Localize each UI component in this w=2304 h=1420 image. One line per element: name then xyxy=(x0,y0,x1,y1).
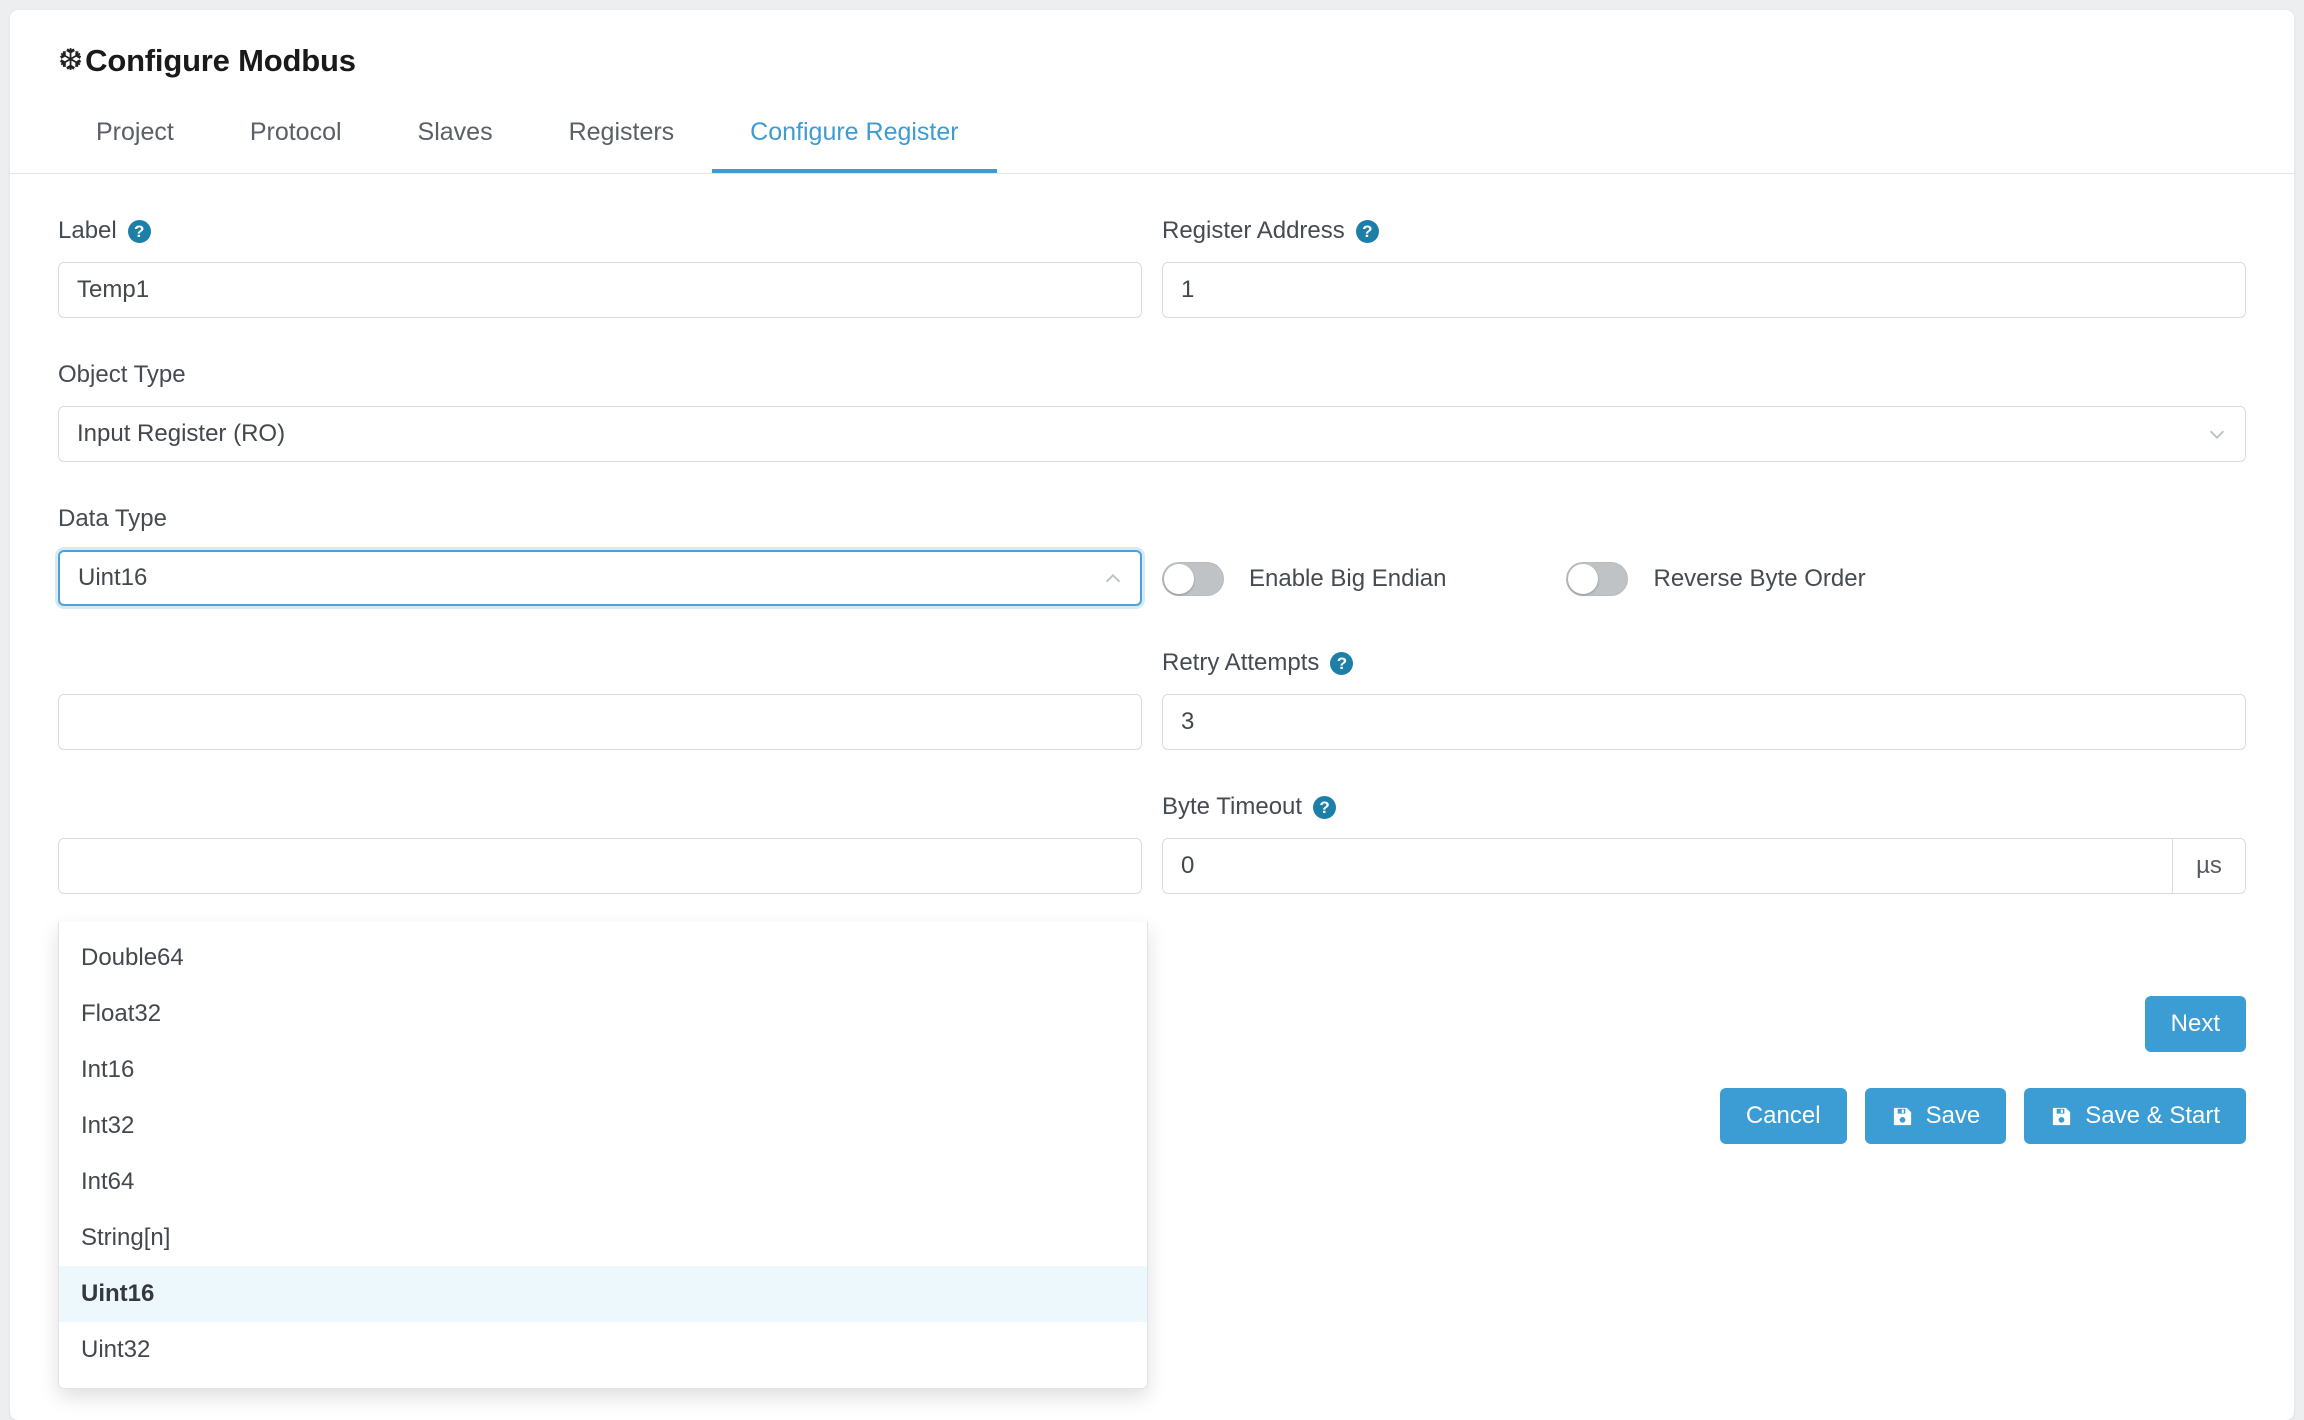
toggle-knob xyxy=(1568,564,1599,594)
snowflake-icon: ❆ xyxy=(58,44,84,77)
byte-timeout-input-group: µs xyxy=(1162,838,2246,894)
retry-attempts-label-text: Retry Attempts xyxy=(1162,649,1320,676)
retry-attempts-field-group: Retry Attempts ? xyxy=(1162,648,2246,750)
data-type-option-int32[interactable]: Int32 xyxy=(59,1098,1147,1154)
reverse-byte-order-toggle-group: Reverse Byte Order xyxy=(1566,562,1866,596)
label-field-label: Label ? xyxy=(58,216,1142,246)
obscured-label-2 xyxy=(58,792,1142,822)
enable-big-endian-label: Enable Big Endian xyxy=(1249,565,1447,592)
save-icon xyxy=(2053,1107,2071,1125)
data-type-option-double64[interactable]: Double64 xyxy=(59,930,1147,986)
toggles-group: Enable Big Endian Reverse Byte Order xyxy=(1162,504,2246,606)
toggle-knob xyxy=(1164,564,1194,594)
data-type-dropdown-menu[interactable]: Double64 Float32 Int16 Int32 Int64 Strin… xyxy=(58,922,1148,1389)
reverse-byte-order-label: Reverse Byte Order xyxy=(1653,565,1866,592)
label-field-group: Label ? xyxy=(58,216,1142,318)
data-type-select[interactable]: Uint16 xyxy=(58,550,1142,606)
form-row-retry: Retry Attempts ? xyxy=(58,648,2246,750)
retry-attempts-label: Retry Attempts ? xyxy=(1162,648,2246,678)
configure-modbus-window: ❆ Configure Modbus Project Protocol Slav… xyxy=(10,10,2294,1420)
form-row-byte-timeout: Byte Timeout ? µs xyxy=(58,792,2246,894)
big-endian-toggle-group: Enable Big Endian xyxy=(1162,562,1446,596)
form-row-datatype: Data Type Uint16 Enable Big Endian Rever… xyxy=(58,504,2246,606)
register-address-label: Register Address ? xyxy=(1162,216,2246,246)
object-type-label: Object Type xyxy=(58,361,186,388)
data-type-label: Data Type xyxy=(58,505,167,532)
obscured-left-field-group-1 xyxy=(58,648,1142,750)
data-type-option-string-n[interactable]: String[n] xyxy=(59,1210,1147,1266)
cancel-button-label: Cancel xyxy=(1745,1102,1821,1129)
save-icon xyxy=(1893,1107,1911,1125)
object-type-select-wrap: Input Register (RO) xyxy=(58,406,2246,462)
byte-timeout-input[interactable] xyxy=(1162,838,2172,894)
tab-bar: Project Protocol Slaves Registers Config… xyxy=(10,90,2294,174)
next-button[interactable]: Next xyxy=(2144,996,2246,1052)
byte-timeout-field-group: Byte Timeout ? µs xyxy=(1162,792,2246,894)
label-field-label-text: Label xyxy=(58,217,117,244)
data-type-option-int16[interactable]: Int16 xyxy=(59,1042,1147,1098)
help-icon-retry-attempts[interactable]: ? xyxy=(1330,651,1354,675)
form-row-identity: Label ? Register Address ? xyxy=(58,216,2246,318)
data-type-option-int64[interactable]: Int64 xyxy=(59,1154,1147,1210)
byte-timeout-label-text: Byte Timeout xyxy=(1162,793,1303,820)
save-button-label: Save xyxy=(1925,1102,1981,1129)
object-type-select[interactable]: Input Register (RO) xyxy=(58,406,2246,462)
byte-timeout-label: Byte Timeout ? xyxy=(1162,792,2246,822)
register-address-field-group: Register Address ? xyxy=(1162,216,2246,318)
register-address-label-text: Register Address xyxy=(1162,217,1345,244)
obscured-input-1[interactable] xyxy=(58,694,1142,750)
save-and-start-button[interactable]: Save & Start xyxy=(2024,1088,2246,1144)
configure-register-form: Label ? Register Address ? Object Type I… xyxy=(10,174,2294,1389)
byte-timeout-unit: µs xyxy=(2172,838,2246,894)
label-input[interactable] xyxy=(58,262,1142,318)
tab-slaves[interactable]: Slaves xyxy=(380,118,531,173)
tab-registers[interactable]: Registers xyxy=(531,118,713,173)
reverse-byte-order-toggle[interactable] xyxy=(1566,562,1629,596)
enable-big-endian-toggle[interactable] xyxy=(1162,562,1224,596)
cancel-button[interactable]: Cancel xyxy=(1719,1088,1847,1144)
tab-protocol[interactable]: Protocol xyxy=(212,118,380,173)
help-icon-byte-timeout[interactable]: ? xyxy=(1313,795,1337,819)
data-type-option-uint32[interactable]: Uint32 xyxy=(59,1322,1147,1378)
window-title-bar: ❆ Configure Modbus xyxy=(10,10,2294,78)
save-and-start-button-label: Save & Start xyxy=(2085,1102,2220,1129)
obscured-input-2[interactable] xyxy=(58,838,1142,894)
page-title: Configure Modbus xyxy=(85,43,356,78)
data-type-select-wrap: Uint16 xyxy=(58,550,1142,606)
object-type-field-group: Object Type Input Register (RO) xyxy=(58,360,2246,462)
data-type-option-float32[interactable]: Float32 xyxy=(59,986,1147,1042)
tab-project[interactable]: Project xyxy=(58,118,212,173)
data-type-field-group: Data Type Uint16 xyxy=(58,504,1142,606)
obscured-left-field-group-2 xyxy=(58,792,1142,894)
retry-attempts-input[interactable] xyxy=(1162,694,2246,750)
data-type-option-uint16[interactable]: Uint16 xyxy=(59,1266,1147,1322)
tab-configure-register[interactable]: Configure Register xyxy=(712,118,997,173)
help-icon-label[interactable]: ? xyxy=(127,219,151,243)
register-address-input[interactable] xyxy=(1162,262,2246,318)
save-button[interactable]: Save xyxy=(1864,1088,2007,1144)
help-icon-register-address[interactable]: ? xyxy=(1355,219,1379,243)
obscured-label-1 xyxy=(58,648,1142,678)
